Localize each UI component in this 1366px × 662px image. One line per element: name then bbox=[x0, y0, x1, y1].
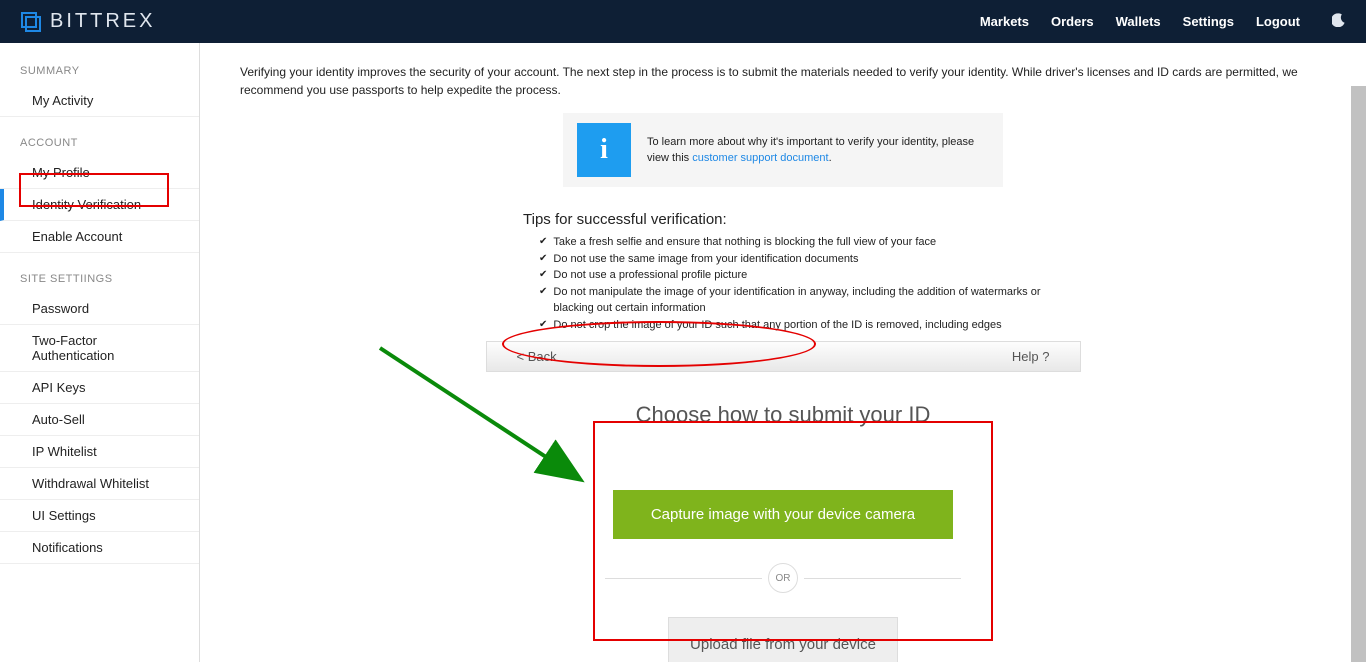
app-header: BITTREX Markets Orders Wallets Settings … bbox=[0, 0, 1366, 43]
sidebar-item-enable-account[interactable]: Enable Account bbox=[0, 221, 199, 253]
info-suffix: . bbox=[829, 152, 832, 164]
upload-file-button[interactable]: Upload file from your device bbox=[668, 617, 898, 662]
sidebar-heading-summary: SUMMARY bbox=[0, 59, 199, 85]
wizard-nav-bar: < Back Help ? bbox=[486, 341, 1081, 372]
sidebar-item-ui-settings[interactable]: UI Settings bbox=[0, 500, 199, 532]
intro-text: Verifying your identity improves the sec… bbox=[240, 63, 1326, 99]
sidebar-item-my-profile[interactable]: My Profile bbox=[0, 157, 199, 189]
nav-settings[interactable]: Settings bbox=[1183, 14, 1234, 29]
nav-orders[interactable]: Orders bbox=[1051, 14, 1094, 29]
nav-markets[interactable]: Markets bbox=[980, 14, 1029, 29]
sidebar-item-password[interactable]: Password bbox=[0, 293, 199, 325]
brand-name: BITTREX bbox=[50, 10, 155, 33]
tip-item: Do not use a professional profile pictur… bbox=[523, 267, 1043, 284]
sidebar-heading-account: ACCOUNT bbox=[0, 131, 199, 157]
tip-item: Do not use the same image from your iden… bbox=[523, 251, 1043, 268]
customer-support-link[interactable]: customer support document bbox=[692, 152, 828, 164]
or-label: OR bbox=[768, 563, 798, 593]
capture-camera-button[interactable]: Capture image with your device camera bbox=[613, 490, 953, 539]
tip-item: Do not manipulate the image of your iden… bbox=[523, 284, 1043, 317]
sidebar-item-ip-whitelist[interactable]: IP Whitelist bbox=[0, 436, 199, 468]
bittrex-logo-icon bbox=[20, 11, 42, 33]
vertical-scrollbar[interactable] bbox=[1351, 86, 1366, 662]
sidebar-item-auto-sell[interactable]: Auto-Sell bbox=[0, 404, 199, 436]
info-text: To learn more about why it's important t… bbox=[647, 134, 989, 167]
tips-title: Tips for successful verification: bbox=[523, 211, 1043, 228]
back-button[interactable]: < Back bbox=[517, 349, 557, 364]
page-body: SUMMARY My Activity ACCOUNT My Profile I… bbox=[0, 43, 1366, 662]
sidebar-item-withdrawal-whitelist[interactable]: Withdrawal Whitelist bbox=[0, 468, 199, 500]
nav-logout[interactable]: Logout bbox=[1256, 14, 1300, 29]
submit-options: Capture image with your device camera OR… bbox=[583, 468, 983, 662]
sidebar-item-my-activity[interactable]: My Activity bbox=[0, 85, 199, 117]
info-callout: i To learn more about why it's important… bbox=[563, 113, 1003, 187]
dark-mode-icon[interactable] bbox=[1332, 13, 1346, 30]
option-divider: OR bbox=[605, 563, 961, 593]
sidebar-item-notifications[interactable]: Notifications bbox=[0, 532, 199, 564]
choose-title: Choose how to submit your ID bbox=[240, 402, 1326, 428]
top-nav: Markets Orders Wallets Settings Logout bbox=[980, 13, 1346, 30]
brand-logo[interactable]: BITTREX bbox=[20, 10, 155, 33]
sidebar-item-api-keys[interactable]: API Keys bbox=[0, 372, 199, 404]
help-button[interactable]: Help ? bbox=[1012, 349, 1050, 364]
settings-sidebar: SUMMARY My Activity ACCOUNT My Profile I… bbox=[0, 43, 200, 662]
sidebar-item-identity-verification[interactable]: Identity Verification bbox=[0, 189, 199, 221]
info-icon: i bbox=[577, 123, 631, 177]
tips-list: Take a fresh selfie and ensure that noth… bbox=[523, 234, 1043, 333]
nav-wallets[interactable]: Wallets bbox=[1116, 14, 1161, 29]
tip-item: Take a fresh selfie and ensure that noth… bbox=[523, 234, 1043, 251]
tip-item: Do not crop the image of your ID such th… bbox=[523, 317, 1043, 334]
sidebar-item-two-factor[interactable]: Two-Factor Authentication bbox=[0, 325, 199, 372]
sidebar-heading-site-settings: SITE SETTIINGS bbox=[0, 267, 199, 293]
main-content: Verifying your identity improves the sec… bbox=[200, 43, 1366, 662]
scroll-thumb[interactable] bbox=[1351, 86, 1366, 662]
tips-block: Tips for successful verification: Take a… bbox=[523, 211, 1043, 333]
